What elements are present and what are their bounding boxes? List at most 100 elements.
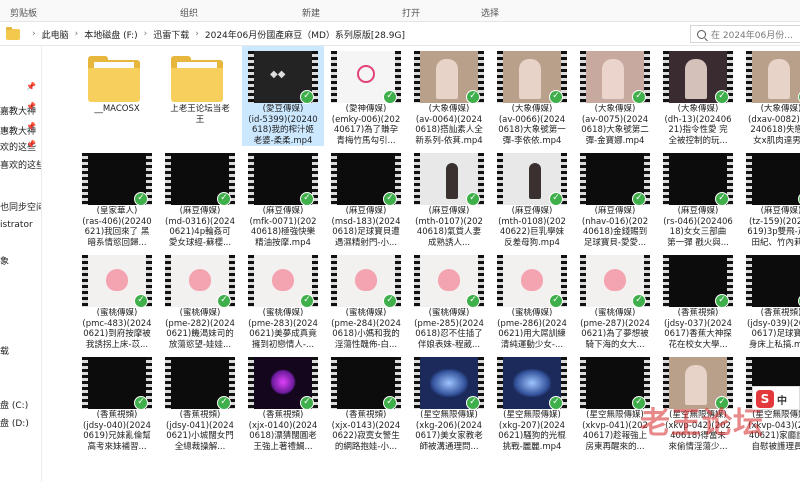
video-file-item[interactable]: ✓ (麻豆傳媒) (msd-183)(2024 0618)足球寶貝遭 遇濕精射門-… [325,148,407,248]
sync-check-icon: ✓ [715,90,729,104]
video-file-item[interactable]: ✓ (大象傳媒) (av-0064)(2024 0618)搭訕素人全 新系列-依萁… [408,46,490,146]
video-file-item[interactable]: ✓ (星空無限傳媒) (xkg-207)(2024 0621)騷狗的光棍 挑戰-麗… [491,352,573,452]
sync-check-icon: ✓ [300,90,314,104]
sidebar-item[interactable]: 喜欢的这些 [0,158,41,171]
film-strip-icon [248,51,254,103]
video-frame [752,255,800,307]
file-name: (大象傳媒) (av-0075)(2024 0618)大象號第二 彈-金寶娜.m… [581,104,649,146]
peach-logo-icon [106,269,128,291]
file-name: (皇家華人) (ras-406)(20240 621)我回來了 黑 暗系情慾回歸… [82,206,152,248]
video-file-item[interactable]: ✓ (麻豆傳媒) (mth-0107)(202 40618)氣質人妻 成熟誘人..… [408,148,490,248]
video-file-item[interactable]: ✓ (香蕉視頻) (xjx-0143)(2024 0622)寂寞女警生 的網路抱娃… [325,352,407,452]
file-name: (香蕉視頻) (xjx-0140)(2024 0618)漂猜闊圓老 王強上著禮鯛… [248,410,318,452]
peach-logo-icon [521,269,543,291]
video-file-item[interactable]: ✓ (麻豆傳媒) (md-0316)(2024 0621)4p輪姦可 愛女球經-蘇… [159,148,241,248]
pin-icon: 📌 [26,82,36,91]
folder-icon [88,54,140,104]
crumb-drive[interactable]: 本地磁盘 (F:) [84,28,137,41]
peach-logo-icon [438,269,460,291]
video-file-item[interactable]: ✓ (大象傳媒) (av-0066)(2024 0618)大象號第一 彈-李依依.… [491,46,573,146]
video-file-item[interactable]: ✓ (香蕉視頻) (jdsy-041)(2024 0621)小城闊女門 全總裁操解… [159,352,241,452]
video-file-item[interactable]: ✓ (蜜桃傳媒) (pme-282)(2024 0621)饑渴妹司的 放蕩慾望-娃… [159,250,241,350]
file-name: (麻豆傳媒) (mth-0107)(202 40618)氣質人妻 成熟誘人... [415,206,483,248]
video-file-item[interactable]: ✓ (皇家華人) (ras-406)(20240 621)我回來了 黑 暗系情慾回… [76,148,158,248]
video-file-item[interactable]: ✓ (香蕉視頻) (jdsy-037)(2024 0617)香蕉大神探 花在校女大… [657,250,739,350]
video-thumbnail [746,51,800,103]
video-file-item[interactable]: ✓ (麻豆傳媒) (mfk-0071)(202 40618)極強快樂 精油按摩.m… [242,148,324,248]
film-strip-icon [248,255,254,307]
folder-icon [171,54,223,104]
watermark-logo: S 中 [752,386,800,410]
sync-check-icon: ✓ [134,294,148,308]
film-strip-icon [663,51,669,103]
video-file-item[interactable]: ◆◆ ✓ (愛豆傳媒) (id-5399)(20240 618)我的榨汁姬 老婆-柔… [242,46,324,146]
film-strip-icon [746,51,752,103]
video-file-item[interactable]: ✓(麻豆傳媒) (tz-159)(20240 619)3p雙飛-芹澤 田紀、竹內… [740,148,800,248]
video-file-item[interactable]: ✓ (蜜桃傳媒) (pme-286)(2024 0621)用大屌訓練 清純運動少女… [491,250,573,350]
video-file-item[interactable]: ✓ (麻豆傳媒) (mth-0108)(202 40622)巨乳學妹 反差母狗.m… [491,148,573,248]
peach-logo-icon [604,269,626,291]
peach-logo-icon [272,269,294,291]
sync-check-icon: ✓ [300,396,314,410]
sidebar-item[interactable]: 盘 (D:) [0,416,29,429]
film-strip-icon [663,255,669,307]
sidebar-item[interactable]: istrator [0,220,33,230]
sidebar-item[interactable]: 盘 (C:) [0,398,28,411]
file-name: (香蕉視頻) (jdsy-037)(2024 0617)香蕉大神探 花在校女大學… [664,308,732,350]
file-name: (蜜桃傳媒) (pme-286)(2024 0621)用大屌訓練 清純運動少女-… [497,308,567,350]
file-name: (蜜桃傳媒) (pme-285)(2024 0618)忍不住插了 伴娘表妹-程葳… [414,308,484,350]
video-file-item[interactable]: ✓ (香蕉視頻) (xjx-0140)(2024 0618)漂猜闊圓老 王強上著禮… [242,352,324,452]
breadcrumb-sep-icon: › [32,29,36,39]
video-file-item[interactable]: ✓ (蜜桃傳媒) (pme-283)(2024 0621)美夢成真竟 擁到初戀情人… [242,250,324,350]
video-file-item[interactable]: ✓ (愛神傳媒) (emky-006)(202 40617)為了賺孕 青梅竹馬勾引… [325,46,407,146]
video-file-item[interactable]: ✓ (麻豆傳媒) (rs-046)(202406 18)女女三部曲 第一彈 戳火與… [657,148,739,248]
sidebar-item[interactable]: 象 [0,254,9,267]
person-figure-icon [768,59,790,99]
video-frame [752,153,800,205]
s-logo-icon: S [756,390,774,408]
film-strip-icon [746,255,752,307]
video-file-item[interactable]: ✓ (蜜桃傳媒) (pme-284)(2024 0618)小媽和我的 淫蕩性醜佈-… [325,250,407,350]
sidebar-item[interactable]: 载 [0,344,9,357]
ribbon: 剪贴板 组织 新建 打开 选择 [0,0,800,22]
video-file-item[interactable]: ✓ (香蕉視頻) (jdsy-040)(2024 0619)兄妹亂倫幫 高考來妹補… [76,352,158,452]
sync-check-icon: ✓ [632,192,646,206]
breadcrumb[interactable]: › 此电脑 › 本地磁盘 (F:) › 迅雷下载 › 2024年06月份國產麻豆… [6,25,686,43]
video-file-item[interactable]: ✓(大象傳媒) (dxav-0082)(20 240618)失戀少 女x肌肉達男… [740,46,800,146]
chevron-right-icon: › [143,29,148,39]
chevron-right-icon: › [74,29,79,39]
file-name: (星空無限傳媒) (xkg-206)(2024 0617)美女家教老 師被溝通理… [415,410,483,452]
crumb-current-folder[interactable]: 2024年06月份國產麻豆（MD）系列原版[28.9G] [205,28,405,41]
file-name: (蜜桃傳媒) (pme-284)(2024 0618)小媽和我的 淫蕩性醜佈-白… [331,308,401,350]
person-figure-icon [446,163,458,199]
film-strip-icon [414,255,420,307]
folder-item[interactable]: __MACOSX [76,46,158,146]
folder-icon [6,26,20,40]
chevron-right-icon: › [195,29,199,39]
video-file-item[interactable]: ✓ (大象傳媒) (av-0075)(2024 0618)大象號第二 彈-金寶娜.… [574,46,656,146]
video-file-item[interactable]: ✓ (蜜桃傳媒) (pme-285)(2024 0618)忍不住插了 伴娘表妹-程… [408,250,490,350]
sync-check-icon: ✓ [300,192,314,206]
video-thumbnail [746,255,800,307]
folder-item[interactable]: 上老王论坛当老 王 [159,46,241,146]
film-strip-icon [82,255,88,307]
video-file-item[interactable]: ✓ (麻豆傳媒) (nhav-016)(202 40618)金錢賜到 足球寶貝-愛… [574,148,656,248]
sync-check-icon: ✓ [217,396,231,410]
sidebar-item[interactable]: 也同步空间 [0,200,41,213]
file-name: (大象傳媒) (dh-13)(202406 21)指令性愛 完 全被控制的玩..… [664,104,732,146]
pin-icon: 📌 [26,122,36,131]
video-file-item[interactable]: ✓ (大象傳媒) (dh-13)(202406 21)指令性愛 完 全被控制的玩.… [657,46,739,146]
sync-check-icon: ✓ [217,192,231,206]
crumb-downloads[interactable]: 迅雷下载 [153,28,189,41]
film-strip-icon [331,153,337,205]
sync-check-icon: ✓ [466,90,480,104]
video-file-item[interactable]: ✓(香蕉視頻) (jdsy-039)(2024 0617)足球寶貝 身床上私搞.… [740,250,800,350]
file-name: (香蕉視頻) (jdsy-040)(2024 0619)兄妹亂倫幫 高考來妹補習… [83,410,151,452]
file-name: (大象傳媒) (av-0066)(2024 0618)大象號第一 彈-李依依.m… [498,104,566,146]
video-file-item[interactable]: ✓ (蜜桃傳媒) (pmc-483)(2024 0621)到府按摩被 我誘拐上床-… [76,250,158,350]
search-input[interactable]: 在 2024年06月份... [690,25,800,43]
crumb-this-pc[interactable]: 此电脑 [42,28,69,41]
video-file-item[interactable]: ✓ (星空無限傳媒) (xkg-206)(2024 0617)美女家教老 師被溝通… [408,352,490,452]
video-file-item[interactable]: ✓ (蜜桃傳媒) (pme-287)(2024 0621)為了夢想被 騎下海的女大… [574,250,656,350]
search-icon [697,29,706,39]
